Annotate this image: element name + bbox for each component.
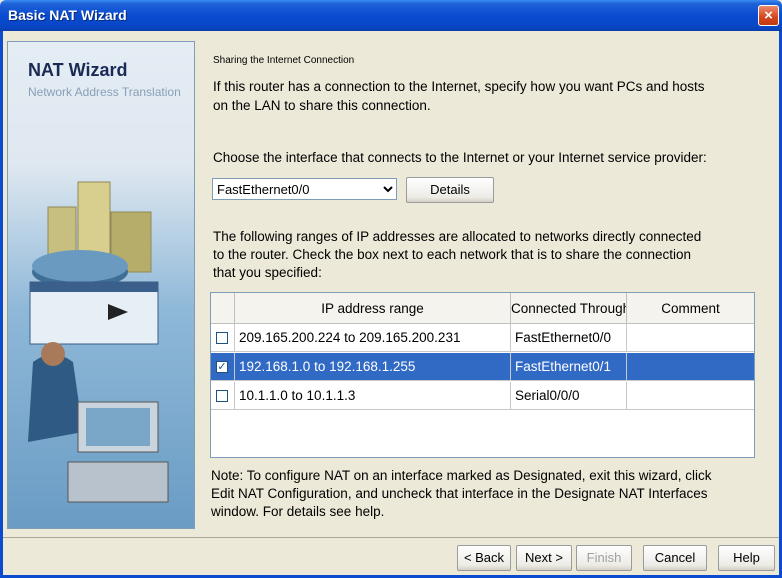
wizard-sidebar: NAT Wizard Network Address Translation — [7, 41, 195, 529]
section-title: Sharing the Internet Connection — [213, 55, 355, 66]
share-checkbox-checked[interactable]: ✓ — [216, 361, 228, 373]
intro-line-2: on the LAN to share this connection. — [213, 98, 431, 113]
connected-through-cell: Serial0/0/0 — [511, 382, 627, 410]
share-checkbox[interactable] — [216, 332, 228, 344]
ip-range-cell: 209.165.200.224 to 209.165.200.231 — [235, 324, 511, 352]
cancel-button[interactable]: Cancel — [643, 545, 707, 571]
table-row[interactable]: 10.1.1.0 to 10.1.1.3 Serial0/0/0 — [211, 382, 754, 410]
interface-dropdown[interactable]: FastEthernet0/0 — [212, 178, 397, 200]
connected-through-cell: FastEthernet0/0 — [511, 324, 627, 352]
table-row[interactable]: 209.165.200.224 to 209.165.200.231 FastE… — [211, 324, 754, 352]
ranges-line-3: that you specified: — [213, 265, 322, 280]
note-line-3: window. For details see help. — [211, 504, 385, 519]
note-line-2: Edit NAT Configuration, and uncheck that… — [211, 486, 708, 501]
ip-range-cell: 192.168.1.0 to 192.168.1.255 — [235, 353, 511, 381]
comment-cell[interactable] — [627, 324, 754, 352]
comment-cell[interactable] — [627, 382, 754, 410]
window-title: Basic NAT Wizard — [8, 7, 127, 23]
row-checkbox-cell: ✓ — [211, 353, 235, 381]
comment-cell[interactable] — [627, 353, 754, 381]
next-button[interactable]: Next > — [516, 545, 572, 571]
note-line-1: Note: To configure NAT on an interface m… — [211, 468, 712, 483]
share-checkbox[interactable] — [216, 390, 228, 402]
connected-through-cell: FastEthernet0/1 — [511, 353, 627, 381]
ip-ranges-table[interactable]: IP address range Connected Through Comme… — [210, 292, 755, 458]
finish-button[interactable]: Finish — [576, 545, 632, 571]
close-icon[interactable]: × — [758, 5, 779, 26]
header-connected-through[interactable]: Connected Through — [511, 293, 627, 324]
row-checkbox-cell — [211, 324, 235, 352]
ranges-line-1: The following ranges of IP addresses are… — [213, 229, 702, 244]
choose-interface-label: Choose the interface that connects to th… — [213, 150, 707, 165]
details-button[interactable]: Details — [406, 177, 494, 203]
help-button[interactable]: Help — [718, 545, 775, 571]
nat-illustration — [28, 181, 169, 503]
table-row-selected[interactable]: ✓ 192.168.1.0 to 192.168.1.255 FastEther… — [211, 353, 754, 381]
header-ip-range[interactable]: IP address range — [235, 293, 511, 324]
back-button[interactable]: < Back — [457, 545, 511, 571]
title-bar[interactable]: Basic NAT Wizard × — [0, 0, 782, 31]
ranges-line-2: to the router. Check the box next to eac… — [213, 247, 692, 262]
ip-range-cell: 10.1.1.0 to 10.1.1.3 — [235, 382, 511, 410]
header-checkbox-col — [211, 293, 235, 324]
header-comment[interactable]: Comment — [627, 293, 754, 324]
footer-divider — [3, 537, 779, 538]
row-checkbox-cell — [211, 382, 235, 410]
intro-line-1: If this router has a connection to the I… — [213, 79, 705, 94]
